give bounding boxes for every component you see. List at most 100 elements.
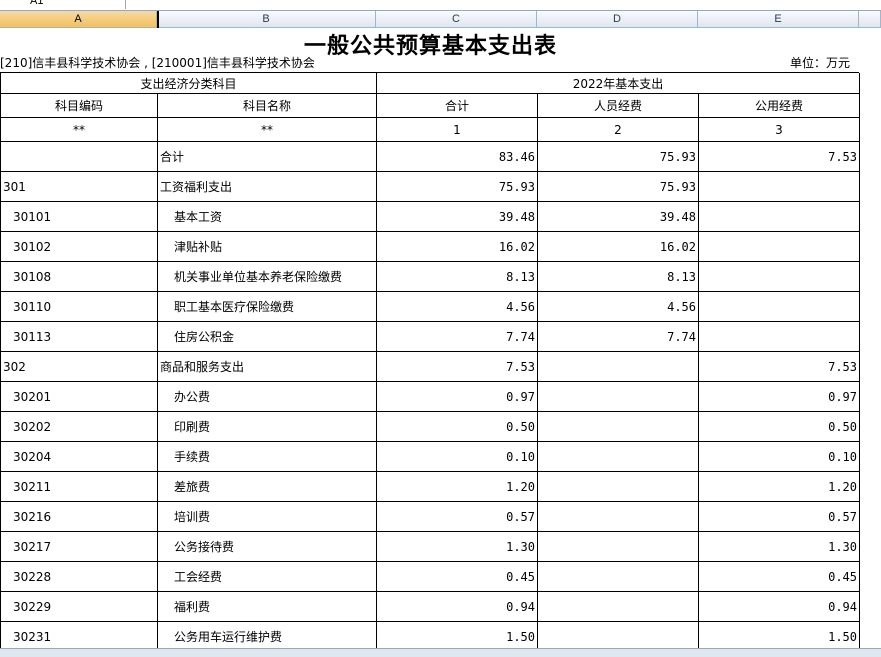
column-header-b[interactable]: B xyxy=(157,11,376,28)
column-header-a[interactable]: A xyxy=(0,11,157,28)
table-row-11-name-cell[interactable]: 差旅费 xyxy=(158,472,377,502)
table-row-10-total-cell[interactable]: 0.10 xyxy=(377,442,538,472)
table-row-11-personnel-cell[interactable] xyxy=(538,472,699,502)
table-row-0-personnel-cell[interactable]: 75.93 xyxy=(538,142,699,172)
column-header-e[interactable]: E xyxy=(698,11,859,28)
table-row-1-name-cell[interactable]: 工资福利支出 xyxy=(158,172,377,202)
table-row-5-total-cell[interactable]: 4.56 xyxy=(377,292,538,322)
table-row-7-public-cell[interactable]: 7.53 xyxy=(699,352,860,382)
table-row-7-name-cell[interactable]: 商品和服务支出 xyxy=(158,352,377,382)
table-row-0-name-cell[interactable]: 合计 xyxy=(158,142,377,172)
table-row-3-name-cell[interactable]: 津贴补贴 xyxy=(158,232,377,262)
table-row-14-name-cell[interactable]: 工会经费 xyxy=(158,562,377,592)
table-row-2-public-cell[interactable] xyxy=(699,202,860,232)
table-row-3-code-cell[interactable]: 30102 xyxy=(1,232,158,262)
table-row-14-total-cell[interactable]: 0.45 xyxy=(377,562,538,592)
table-row-15-total-cell[interactable]: 0.94 xyxy=(377,592,538,622)
table-row-12-code-cell[interactable]: 30216 xyxy=(1,502,158,532)
table-row-10-public-cell[interactable]: 0.10 xyxy=(699,442,860,472)
table-row-9-name-cell[interactable]: 印刷费 xyxy=(158,412,377,442)
table-row-0-public-cell[interactable]: 7.53 xyxy=(699,142,860,172)
table-row-1-personnel-cell[interactable]: 75.93 xyxy=(538,172,699,202)
table-row-5-name-cell[interactable]: 职工基本医疗保险缴费 xyxy=(158,292,377,322)
table-row-8-total-cell[interactable]: 0.97 xyxy=(377,382,538,412)
table-row-13-public-cell[interactable]: 1.30 xyxy=(699,532,860,562)
table-row-7-total-cell[interactable]: 7.53 xyxy=(377,352,538,382)
table-row-2-total-cell[interactable]: 39.48 xyxy=(377,202,538,232)
table-row-6-code-cell[interactable]: 30113 xyxy=(1,322,158,352)
index-cell-code[interactable]: ** xyxy=(1,118,158,142)
table-row-12-total-cell[interactable]: 0.57 xyxy=(377,502,538,532)
table-row-11-code-cell[interactable]: 30211 xyxy=(1,472,158,502)
table-row-12-personnel-cell[interactable] xyxy=(538,502,699,532)
table-row-9-total-cell[interactable]: 0.50 xyxy=(377,412,538,442)
table-row-15-public-cell[interactable]: 0.94 xyxy=(699,592,860,622)
table-row-5-public-cell[interactable] xyxy=(699,292,860,322)
table-row-4-total-cell[interactable]: 8.13 xyxy=(377,262,538,292)
header-personnel[interactable]: 人员经费 xyxy=(538,94,699,118)
header-code[interactable]: 科目编码 xyxy=(1,94,158,118)
table-row-4-code-cell[interactable]: 30108 xyxy=(1,262,158,292)
table-row-11-public-cell[interactable]: 1.20 xyxy=(699,472,860,502)
formula-input[interactable] xyxy=(125,0,881,9)
name-box[interactable]: A1 xyxy=(30,0,43,7)
table-row-13-total-cell[interactable]: 1.30 xyxy=(377,532,538,562)
table-row-2-code-cell[interactable]: 30101 xyxy=(1,202,158,232)
table-row-8-public-cell[interactable]: 0.97 xyxy=(699,382,860,412)
spreadsheet-area[interactable]: 一般公共预算基本支出表 [210]信丰县科学技术协会 , [210001]信丰县… xyxy=(0,28,881,652)
index-cell-name[interactable]: ** xyxy=(158,118,377,142)
table-row-10-name-cell[interactable]: 手续费 xyxy=(158,442,377,472)
table-row-5-personnel-cell[interactable]: 4.56 xyxy=(538,292,699,322)
index-cell-personnel[interactable]: 2 xyxy=(538,118,699,142)
table-row-11-total-cell[interactable]: 1.20 xyxy=(377,472,538,502)
index-cell-total[interactable]: 1 xyxy=(377,118,538,142)
table-row-8-code-cell[interactable]: 30201 xyxy=(1,382,158,412)
table-row-1-total-cell[interactable]: 75.93 xyxy=(377,172,538,202)
table-row-1-public-cell[interactable] xyxy=(699,172,860,202)
table-row-9-public-cell[interactable]: 0.50 xyxy=(699,412,860,442)
table-row-12-public-cell[interactable]: 0.57 xyxy=(699,502,860,532)
table-row-4-public-cell[interactable] xyxy=(699,262,860,292)
table-row-6-public-cell[interactable] xyxy=(699,322,860,352)
table-row-5-code-cell[interactable]: 30110 xyxy=(1,292,158,322)
table-row-3-total-cell[interactable]: 16.02 xyxy=(377,232,538,262)
table-row-4-name-cell[interactable]: 机关事业单位基本养老保险缴费 xyxy=(158,262,377,292)
table-row-0-code-cell[interactable] xyxy=(1,142,158,172)
group-header-year-expenditure[interactable]: 2022年基本支出 xyxy=(377,73,860,94)
table-row-10-personnel-cell[interactable] xyxy=(538,442,699,472)
table-row-6-name-cell[interactable]: 住房公积金 xyxy=(158,322,377,352)
table-row-10-code-cell[interactable]: 30204 xyxy=(1,442,158,472)
table-row-0-total-cell[interactable]: 83.46 xyxy=(377,142,538,172)
table-row-14-code-cell[interactable]: 30228 xyxy=(1,562,158,592)
table-row-7-personnel-cell[interactable] xyxy=(538,352,699,382)
table-row-9-personnel-cell[interactable] xyxy=(538,412,699,442)
column-header-c[interactable]: C xyxy=(376,11,537,28)
table-row-14-public-cell[interactable]: 0.45 xyxy=(699,562,860,592)
header-total[interactable]: 合计 xyxy=(377,94,538,118)
table-row-15-name-cell[interactable]: 福利费 xyxy=(158,592,377,622)
table-row-13-name-cell[interactable]: 公务接待费 xyxy=(158,532,377,562)
table-row-8-name-cell[interactable]: 办公费 xyxy=(158,382,377,412)
header-public[interactable]: 公用经费 xyxy=(699,94,860,118)
table-row-7-code-cell[interactable]: 302 xyxy=(1,352,158,382)
table-row-9-code-cell[interactable]: 30202 xyxy=(1,412,158,442)
column-header-d[interactable]: D xyxy=(537,11,698,28)
table-row-15-personnel-cell[interactable] xyxy=(538,592,699,622)
table-row-6-total-cell[interactable]: 7.74 xyxy=(377,322,538,352)
table-row-6-personnel-cell[interactable]: 7.74 xyxy=(538,322,699,352)
table-row-2-personnel-cell[interactable]: 39.48 xyxy=(538,202,699,232)
table-row-4-personnel-cell[interactable]: 8.13 xyxy=(538,262,699,292)
table-row-3-personnel-cell[interactable]: 16.02 xyxy=(538,232,699,262)
index-cell-public[interactable]: 3 xyxy=(699,118,860,142)
header-name[interactable]: 科目名称 xyxy=(158,94,377,118)
table-row-3-public-cell[interactable] xyxy=(699,232,860,262)
table-row-13-code-cell[interactable]: 30217 xyxy=(1,532,158,562)
table-row-12-name-cell[interactable]: 培训费 xyxy=(158,502,377,532)
table-row-14-personnel-cell[interactable] xyxy=(538,562,699,592)
table-row-2-name-cell[interactable]: 基本工资 xyxy=(158,202,377,232)
table-row-15-code-cell[interactable]: 30229 xyxy=(1,592,158,622)
table-row-1-code-cell[interactable]: 301 xyxy=(1,172,158,202)
group-header-classification[interactable]: 支出经济分类科目 xyxy=(1,73,377,94)
table-row-8-personnel-cell[interactable] xyxy=(538,382,699,412)
table-row-13-personnel-cell[interactable] xyxy=(538,532,699,562)
